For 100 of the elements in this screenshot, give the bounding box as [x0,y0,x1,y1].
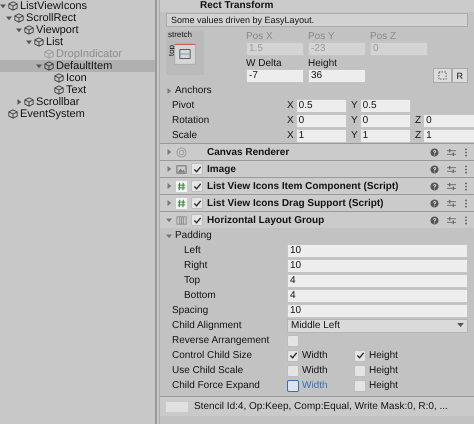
blueprint-mode-button[interactable] [432,68,452,83]
component-header[interactable]: Horizontal Layout Group [160,211,474,228]
hierarchy-item[interactable]: List [0,36,155,48]
cube-icon [8,109,18,119]
axis-label: X [287,130,294,141]
vector-field[interactable]: 0 [296,114,347,128]
hierarchy-item[interactable]: Icon [0,72,155,84]
help-icon[interactable] [430,164,439,174]
enable-checkbox[interactable] [191,163,203,175]
checkbox-label: Height [369,365,398,376]
expand-arrow-icon[interactable] [16,99,22,105]
expand-arrow-icon[interactable] [0,3,6,9]
component-header[interactable]: Canvas Renderer [160,143,474,160]
preset-icon[interactable] [447,182,456,190]
component-header[interactable]: List View Icons Item Component (Script) [160,177,474,194]
field-label: Height [308,58,338,69]
vector-field[interactable]: 0.5 [296,98,347,112]
help-icon[interactable] [430,182,439,190]
expand-arrow-icon[interactable] [166,183,172,189]
property-label: Child Alignment [171,320,242,331]
help-icon[interactable] [430,216,439,224]
preset-icon[interactable] [447,164,456,174]
more-options-icon[interactable] [464,216,468,224]
checkbox[interactable] [287,334,299,346]
checkbox[interactable] [354,364,366,376]
field-label: Pos X [246,31,274,42]
vector-field[interactable]: 1 [296,128,347,142]
field-label: W Delta [246,58,283,69]
more-options-icon[interactable] [464,182,468,190]
component-header[interactable]: Image [160,160,474,177]
hierarchy-item[interactable]: DefaultItem [0,60,155,72]
enable-checkbox[interactable] [191,197,203,209]
hierarchy-item[interactable]: Scrollbar [0,96,155,108]
hierarchy-item[interactable]: EventSystem [0,108,155,120]
checkbox-label: Width [302,350,328,361]
image-icon [176,164,187,174]
hierarchy-item[interactable]: ScrollRect [0,12,155,24]
checkbox[interactable] [354,380,366,392]
number-field[interactable]: 10 [287,258,468,272]
expand-arrow-icon[interactable] [36,63,42,69]
cube-icon [54,85,64,95]
help-icon[interactable] [430,198,439,208]
more-options-icon[interactable] [464,198,468,208]
number-field[interactable]: 10 [287,244,468,258]
cube-icon [44,61,54,71]
property-label: Scale [171,130,198,141]
vector-field[interactable]: 0 [360,114,411,128]
preset-icon[interactable] [447,216,456,224]
field-label: Pos Y [308,31,336,42]
cube-icon [54,73,64,83]
number-field[interactable]: 4 [287,274,468,288]
expand-arrow-icon[interactable] [26,39,32,45]
expand-arrow-icon[interactable] [16,27,22,33]
vector-field[interactable]: 0.5 [360,98,411,112]
expand-arrow-icon[interactable] [166,149,172,155]
preset-icon[interactable] [447,198,456,208]
checkbox[interactable] [354,350,366,362]
raw-edit-button[interactable]: R [452,68,468,83]
expand-arrow-icon[interactable] [166,166,172,172]
expand-arrow-icon[interactable] [6,15,12,21]
cube-icon [14,13,24,23]
property-label: Anchors [175,85,212,96]
component-header[interactable]: List View Icons Drag Support (Script) [160,194,474,211]
expand-arrow-icon[interactable] [166,88,172,94]
hierarchy-item[interactable]: ListViewIcons [0,0,155,12]
dropdown[interactable]: Middle Left [287,318,468,332]
help-icon[interactable] [430,148,439,156]
checkbox[interactable] [287,380,299,392]
size-field[interactable]: -7 [246,69,304,83]
dropdown-arrow-icon [457,323,464,328]
vector-field[interactable]: 1 [423,128,474,142]
info-note: Some values driven by EasyLayout. [166,13,468,27]
checkbox[interactable] [287,364,299,376]
checkbox[interactable] [287,350,299,362]
expand-arrow-icon[interactable] [166,232,172,238]
enable-checkbox[interactable] [191,214,203,226]
size-field[interactable]: 36 [308,69,366,83]
vector-field[interactable]: 1 [360,128,411,142]
enable-checkbox[interactable] [191,180,203,192]
property-label: Use Child Scale [171,365,244,376]
axis-label: Y [351,115,358,126]
axis-label: X [287,100,294,111]
property-label: Control Child Size [171,350,254,361]
hash-icon [176,198,187,208]
hierarchy-item[interactable]: Text [0,84,155,96]
more-options-icon[interactable] [464,148,468,156]
expand-arrow-icon[interactable] [166,200,172,206]
axis-label: Z [415,115,422,126]
component-header[interactable]: Rect Transform [160,0,474,12]
more-options-icon[interactable] [464,164,468,174]
vector-field[interactable]: 0 [423,114,474,128]
number-field[interactable]: 4 [287,288,468,302]
cube-icon [8,1,18,11]
anchor-preset-button[interactable]: stretch top [166,31,204,75]
hierarchy-item[interactable]: Viewport [0,24,155,36]
anchor-preset-icon [174,43,196,65]
expand-arrow-icon[interactable] [166,217,172,223]
number-field[interactable]: 10 [287,304,468,318]
preset-icon[interactable] [447,148,456,156]
property-label: Reverse Arrangement [171,335,270,346]
